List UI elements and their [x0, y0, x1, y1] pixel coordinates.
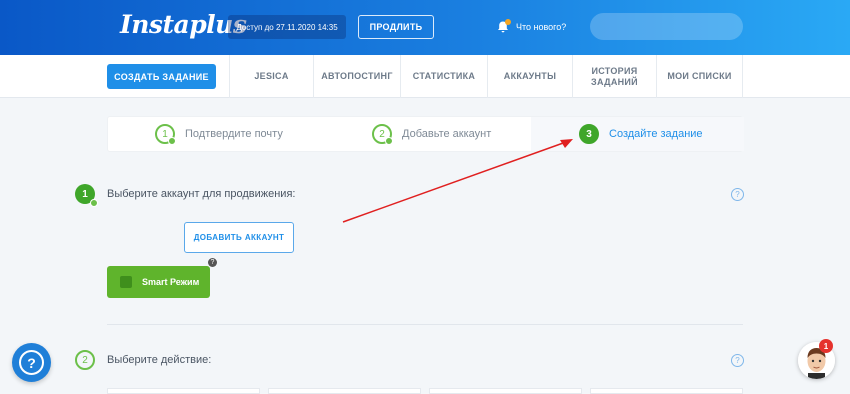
- nav-item-task-history[interactable]: ИСТОРИЯ ЗАДАНИЙ: [572, 55, 656, 98]
- help-icon[interactable]: ?: [731, 354, 744, 367]
- section-divider: [107, 324, 743, 325]
- action-card[interactable]: [268, 388, 421, 394]
- step-create-task[interactable]: 3 Создайте задание: [579, 117, 703, 151]
- step-number: 3: [579, 124, 599, 144]
- notification-dot: [505, 19, 511, 25]
- action-card[interactable]: [590, 388, 743, 394]
- question-icon: ?: [19, 350, 44, 375]
- step-add-account[interactable]: 2 Добавьте аккаунт: [372, 117, 491, 151]
- step-number: 2: [372, 124, 393, 145]
- account-menu[interactable]: [590, 13, 743, 40]
- unread-count-badge: 1: [819, 339, 833, 353]
- check-icon: [90, 199, 98, 207]
- section-1-number: 1: [75, 184, 98, 207]
- check-icon: [385, 137, 393, 145]
- top-header: Instaplus Доступ до 27.11.2020 14:35 ПРО…: [0, 0, 850, 55]
- bell-icon: [496, 19, 511, 34]
- action-card[interactable]: [429, 388, 582, 394]
- add-account-button[interactable]: ДОБАВИТЬ АККАУНТ: [184, 222, 294, 253]
- create-task-button[interactable]: СОЗДАТЬ ЗАДАНИЕ: [107, 64, 216, 89]
- check-icon: [168, 137, 176, 145]
- whats-new-label: Что нового?: [516, 22, 567, 32]
- section-1-title: Выберите аккаунт для продвижения:: [107, 188, 296, 200]
- help-icon[interactable]: ?: [731, 188, 744, 201]
- action-card[interactable]: [107, 388, 260, 394]
- nav-item-my-lists[interactable]: МОИ СПИСКИ: [656, 55, 743, 98]
- whats-new-link[interactable]: Что нового?: [496, 15, 566, 39]
- step-label: Создайте задание: [609, 128, 703, 140]
- help-widget-button[interactable]: ?: [12, 343, 51, 382]
- smart-mode-button[interactable]: Smart Режим: [107, 266, 210, 298]
- step-label: Добавьте аккаунт: [402, 128, 492, 140]
- onboarding-steps: 1 Подтвердите почту 2 Добавьте аккаунт 3…: [107, 116, 744, 152]
- nav-item-statistics[interactable]: СТАТИСТИКА: [400, 55, 487, 98]
- action-cards-row: [107, 388, 743, 394]
- section-2-title: Выберите действие:: [107, 354, 212, 366]
- section-2-number: 2: [75, 350, 95, 370]
- smart-mode-checkbox[interactable]: [120, 276, 132, 288]
- access-expiry-badge: Доступ до 27.11.2020 14:35: [228, 15, 346, 39]
- step-label: Подтвердите почту: [185, 128, 283, 140]
- nav-item-accounts[interactable]: АККАУНТЫ: [487, 55, 572, 98]
- smart-mode-help-icon[interactable]: ?: [208, 258, 217, 267]
- nav-item-autoposting[interactable]: АВТОПОСТИНГ: [313, 55, 400, 98]
- step-number: 1: [155, 124, 176, 145]
- smart-mode-label: Smart Режим: [142, 277, 200, 287]
- step-confirm-email[interactable]: 1 Подтвердите почту: [155, 117, 283, 151]
- nav-item-jesica[interactable]: JESICA: [229, 55, 313, 98]
- main-nav: СОЗДАТЬ ЗАДАНИЕ JESICA АВТОПОСТИНГ СТАТИ…: [0, 55, 850, 98]
- renew-button[interactable]: ПРОДЛИТЬ: [358, 15, 434, 39]
